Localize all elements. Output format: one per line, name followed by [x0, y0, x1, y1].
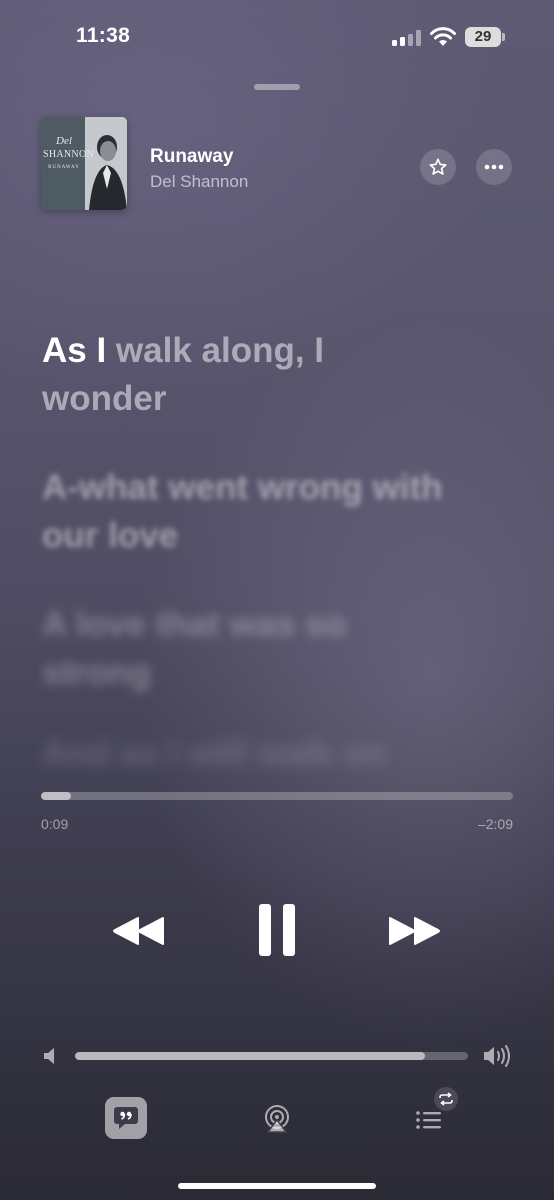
lyric-line-next[interactable]: A-what went wrong with our love [42, 464, 462, 560]
fast-forward-icon [389, 917, 440, 945]
lyric-line-upcoming[interactable]: A love that was so strong [42, 601, 442, 697]
cellular-signal-icon [392, 30, 422, 46]
elapsed-time: 0:09 [41, 816, 69, 832]
lyric-line-faded[interactable]: And as I still walk on [42, 730, 462, 778]
battery-indicator: 29 [465, 27, 501, 47]
volume-low-icon [44, 1048, 54, 1064]
ellipsis-icon [484, 164, 504, 170]
home-indicator[interactable] [178, 1183, 376, 1189]
airplay-button[interactable] [257, 1100, 297, 1138]
remaining-time: –2:09 [477, 816, 513, 832]
rewind-icon [113, 917, 164, 945]
sheet-grabber[interactable] [254, 84, 300, 90]
lyrics-quote-icon [114, 1107, 138, 1129]
repeat-icon [439, 1092, 453, 1106]
progress-fill [41, 792, 72, 800]
next-track-button[interactable] [381, 905, 447, 957]
queue-list-icon [416, 1111, 441, 1129]
more-options-button[interactable] [476, 149, 512, 185]
artwork-script-text: Del [56, 135, 72, 147]
album-artwork[interactable]: Del SHANNON RUNAWAY [41, 117, 127, 210]
battery-nub [502, 33, 505, 41]
pause-button[interactable] [246, 898, 308, 962]
artwork-name-text: SHANNON [43, 149, 94, 160]
playback-progress-slider[interactable] [41, 792, 513, 800]
lyric-sung-text: As I [42, 331, 107, 370]
previous-track-button[interactable] [106, 905, 172, 957]
volume-fill [75, 1052, 425, 1060]
wifi-icon [430, 27, 456, 46]
song-artist[interactable]: Del Shannon [150, 172, 248, 192]
repeat-badge [434, 1087, 458, 1111]
volume-high-icon [484, 1045, 510, 1067]
artwork-album-text: RUNAWAY [48, 165, 80, 170]
pause-icon [259, 904, 295, 956]
song-title[interactable]: Runaway [150, 146, 233, 168]
airplay-icon [265, 1105, 289, 1133]
lyric-line-current[interactable]: As I walk along, I wonder [42, 327, 432, 423]
favorite-button[interactable] [420, 149, 456, 185]
lyrics-button[interactable] [105, 1097, 147, 1139]
volume-slider[interactable] [75, 1052, 468, 1060]
status-time: 11:38 [76, 24, 131, 47]
star-icon [429, 158, 447, 175]
